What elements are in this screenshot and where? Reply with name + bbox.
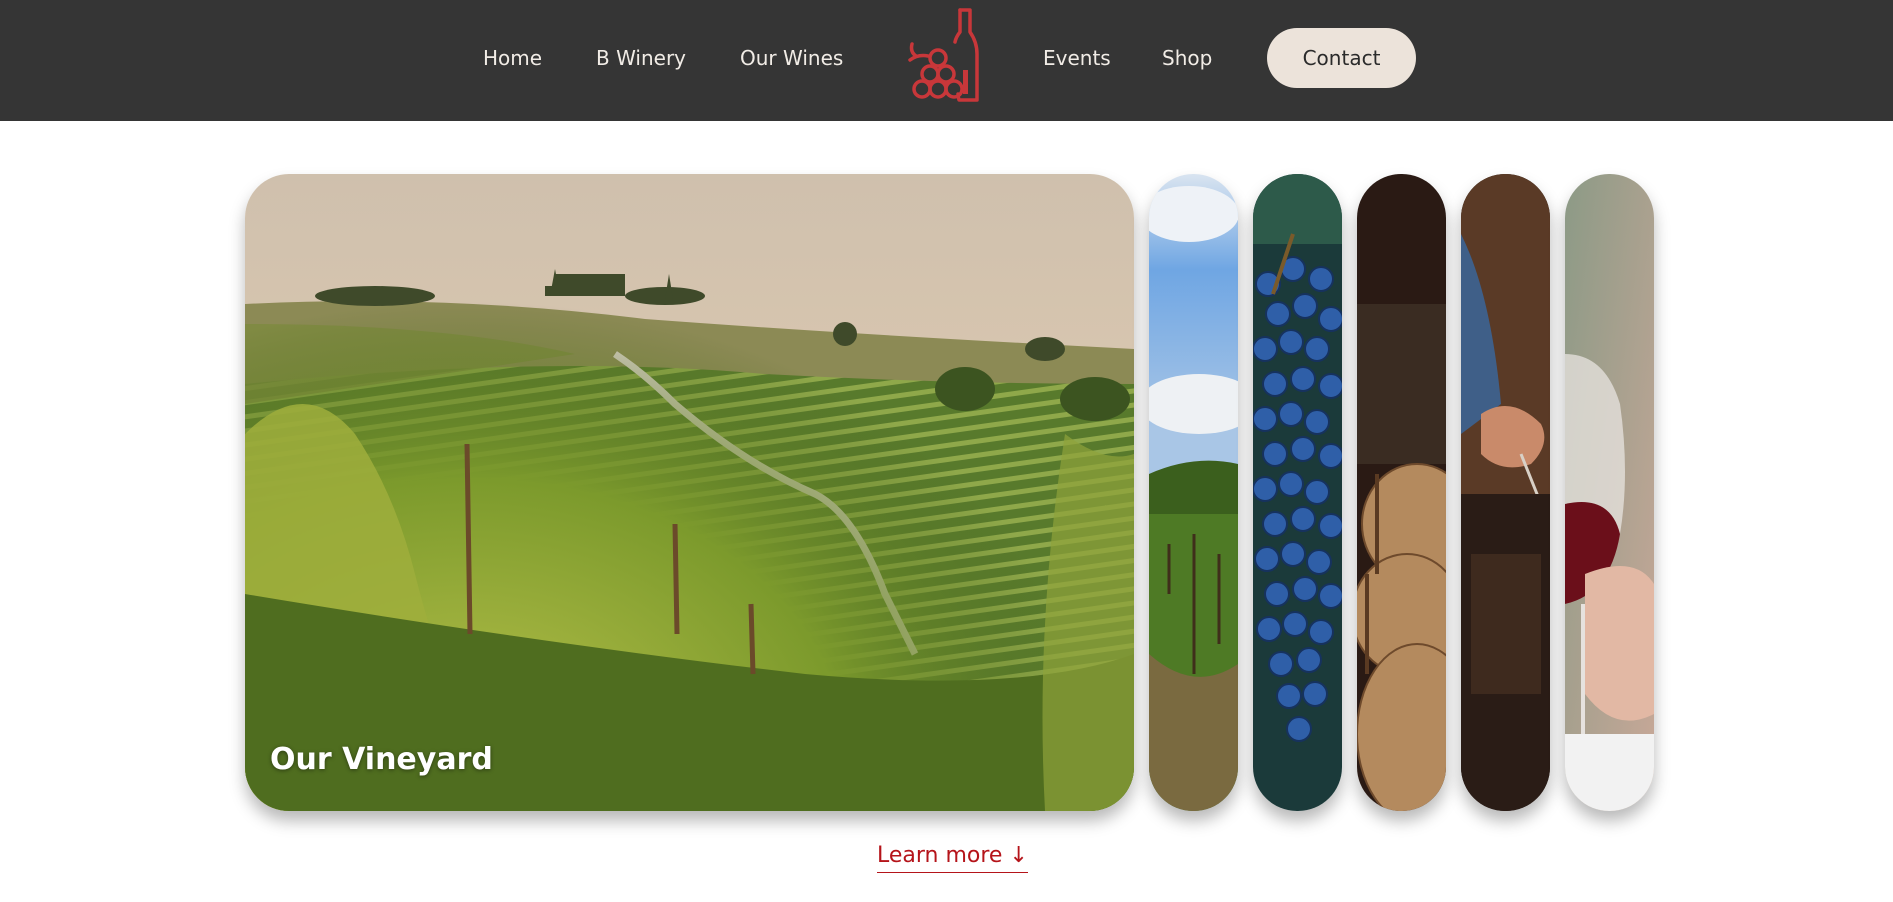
panel-wine-barrels[interactable] <box>1357 174 1446 811</box>
nav-events-link[interactable]: Events <box>1043 43 1111 73</box>
panel-red-wine-glass[interactable] <box>1565 174 1654 811</box>
wine-tasting-hand-photo <box>1461 174 1550 811</box>
contact-button[interactable]: Contact <box>1267 28 1416 88</box>
sky-and-vines-photo <box>1149 174 1238 811</box>
site-header: Home B Winery Our Wines Events Shop Cont… <box>0 0 1893 121</box>
blue-grapes-photo <box>1253 174 1342 811</box>
panel-blue-grapes[interactable] <box>1253 174 1342 811</box>
featured-panel-title: Our Vineyard <box>270 742 493 777</box>
nav-winery-link[interactable]: B Winery <box>596 43 686 73</box>
nav-shop-link[interactable]: Shop <box>1162 43 1212 73</box>
featured-panel-vineyard[interactable]: Our Vineyard <box>245 174 1134 811</box>
vineyard-hills-photo <box>245 174 1134 811</box>
learn-more-link[interactable]: Learn more ↓ <box>877 842 1028 873</box>
nav-home-link[interactable]: Home <box>483 43 542 73</box>
panel-wine-tasting[interactable] <box>1461 174 1550 811</box>
red-wine-glass-photo <box>1565 174 1654 811</box>
panel-sky-vines[interactable] <box>1149 174 1238 811</box>
grapes-bottle-logo-icon[interactable] <box>900 8 992 102</box>
wine-barrels-photo <box>1357 174 1446 811</box>
nav-our-wines-link[interactable]: Our Wines <box>740 43 843 73</box>
